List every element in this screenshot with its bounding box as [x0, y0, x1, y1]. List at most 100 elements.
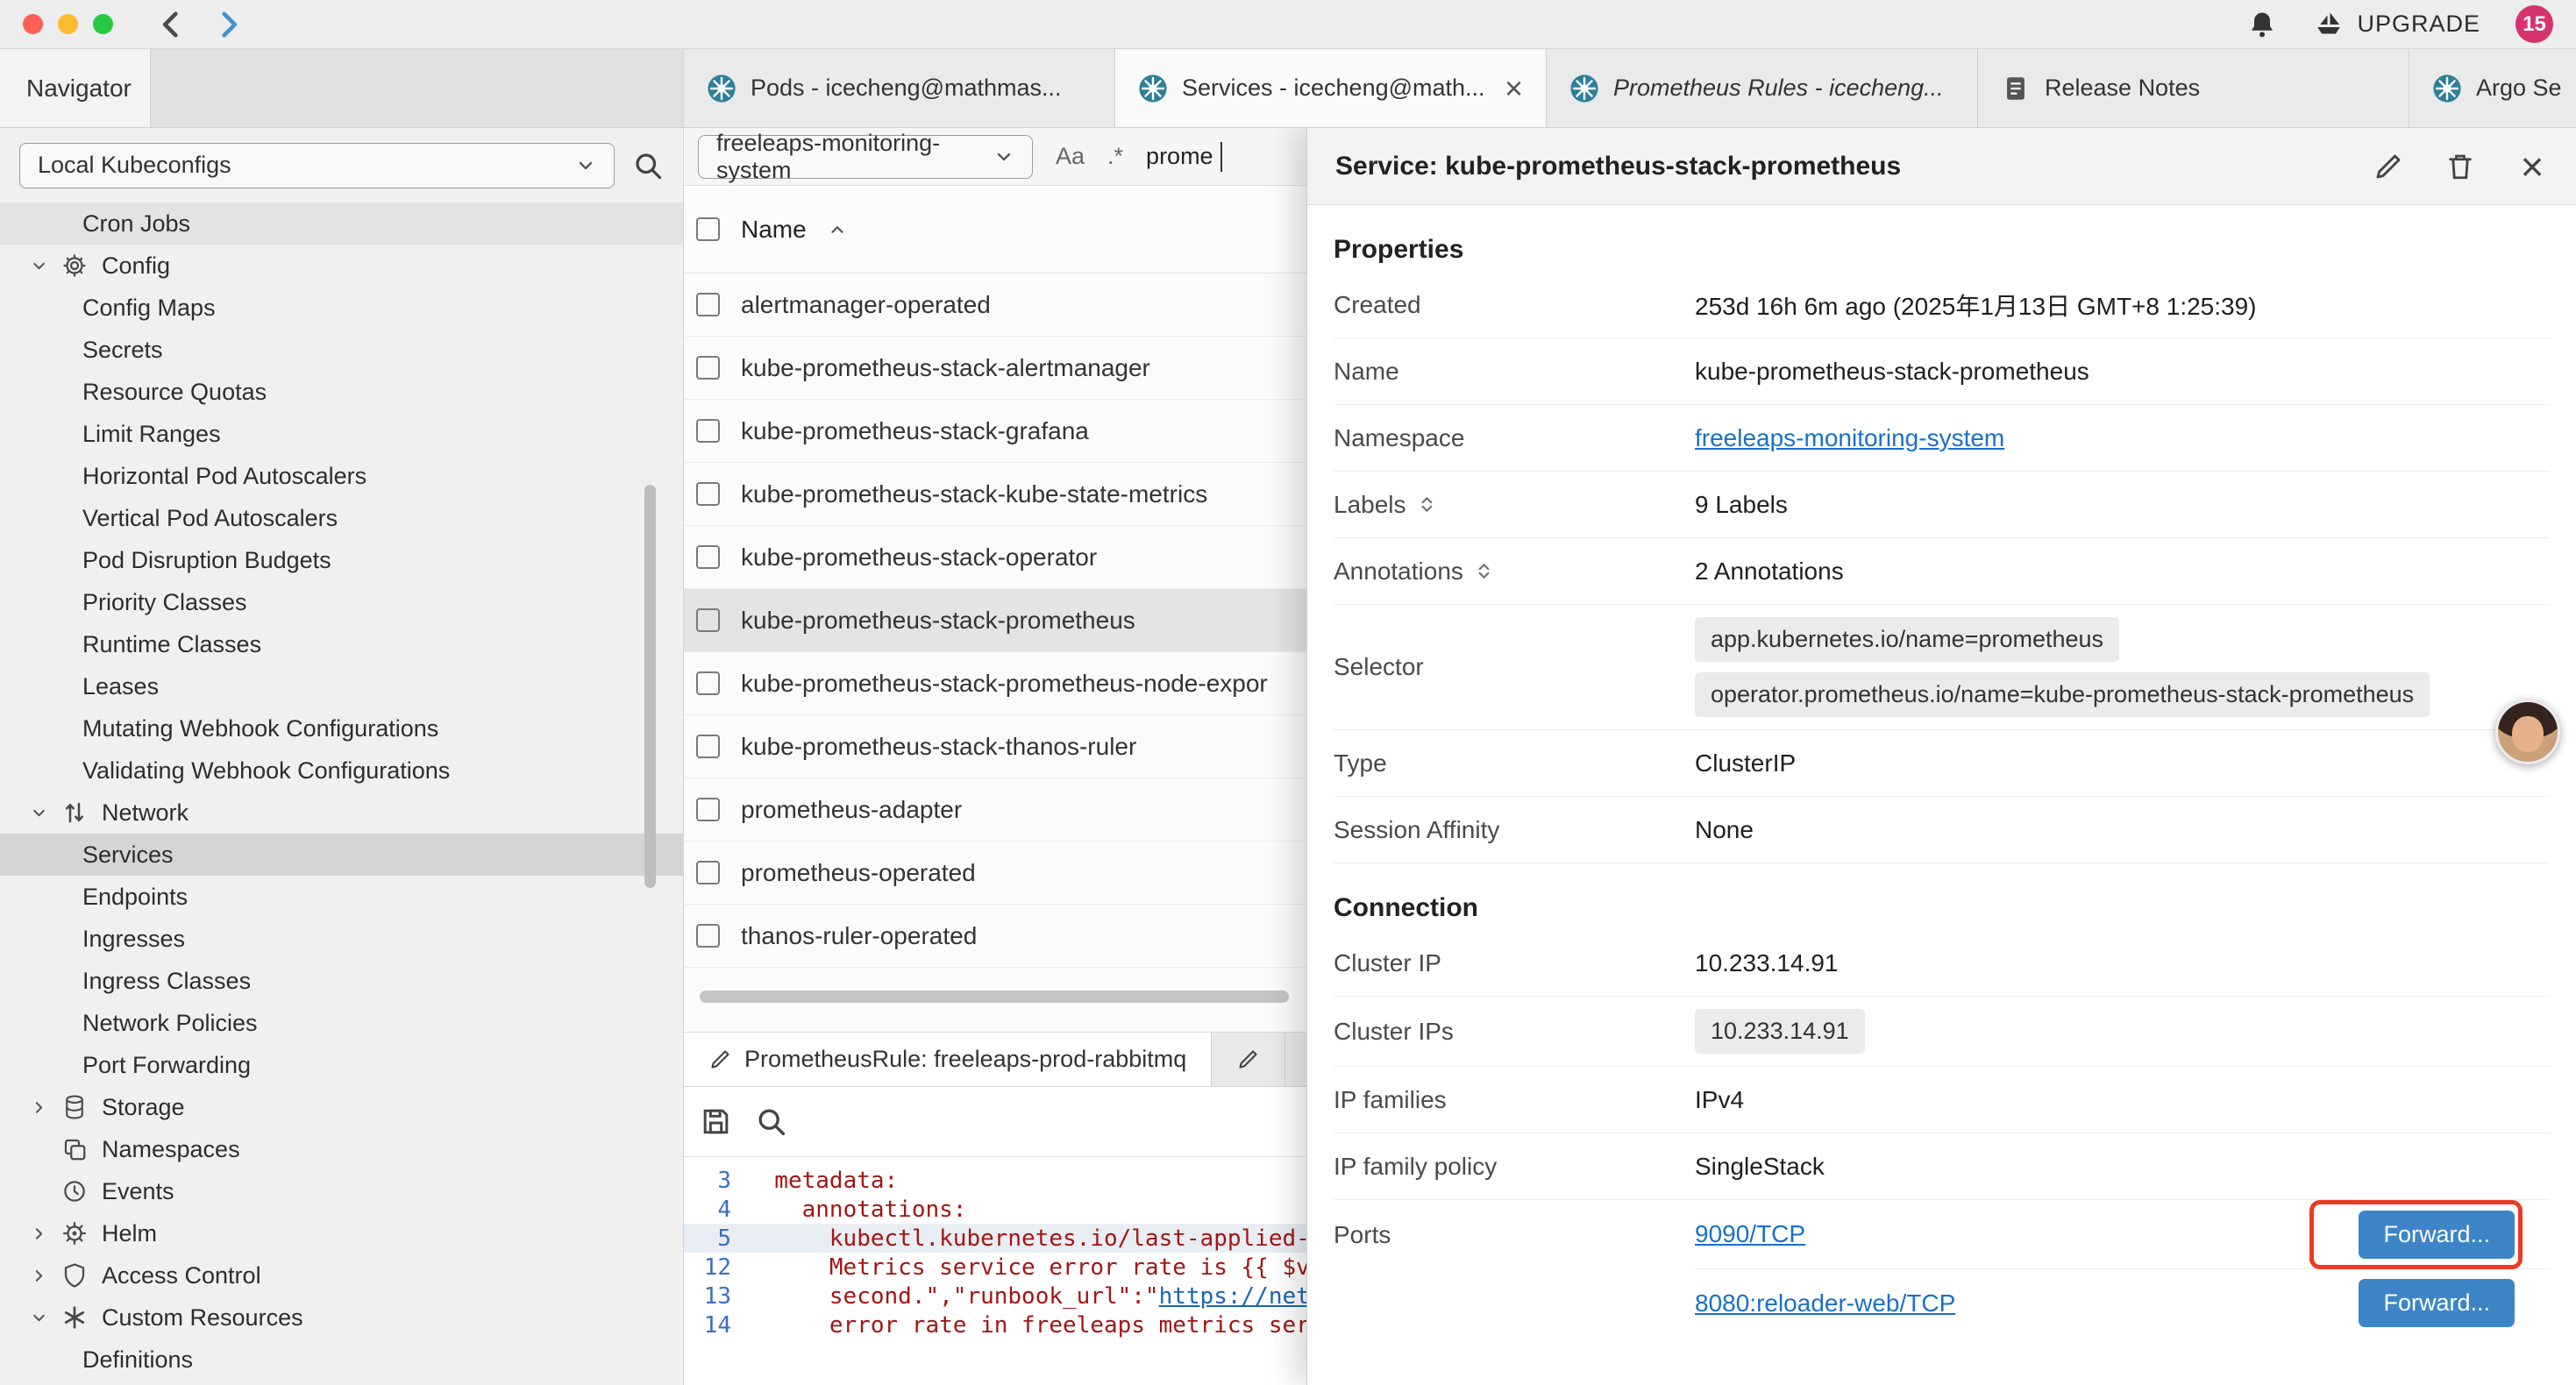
sort-ascending-icon[interactable]	[828, 220, 847, 239]
row-checkbox[interactable]	[696, 861, 720, 884]
sidebar-item-endpoints[interactable]: Endpoints	[0, 876, 683, 918]
row-checkbox[interactable]	[696, 419, 720, 443]
row-checkbox[interactable]	[696, 798, 720, 821]
detail-row-cluster-ip: Cluster IP10.233.14.91	[1334, 930, 2550, 997]
sidebar-item-priority-classes[interactable]: Priority Classes	[0, 581, 683, 623]
sidebar-item-helm[interactable]: Helm	[0, 1212, 683, 1254]
sidebar-item-validating-webhook-configurations[interactable]: Validating Webhook Configurations	[0, 749, 683, 792]
sidebar-item-custom-resources[interactable]: Custom Resources	[0, 1296, 683, 1339]
kubeconfig-selector[interactable]: Local Kubeconfigs	[19, 143, 615, 188]
row-checkbox[interactable]	[696, 293, 720, 316]
name-column-header[interactable]: Name	[741, 216, 807, 244]
sidebar-item-horizontal-pod-autoscalers[interactable]: Horizontal Pod Autoscalers	[0, 455, 683, 497]
port-link[interactable]: 8080:reloader-web/TCP	[1695, 1289, 1955, 1318]
sidebar-scrollbar-thumb[interactable]	[644, 485, 656, 888]
detail-row-ip-families: IP familiesIPv4	[1334, 1067, 2550, 1133]
notification-count-badge[interactable]: 15	[2516, 5, 2553, 43]
detail-label: Session Affinity	[1334, 816, 1695, 844]
sidebar-item-pod-disruption-budgets[interactable]: Pod Disruption Budgets	[0, 539, 683, 581]
sidebar-item-label: Events	[102, 1178, 174, 1205]
forward-button[interactable]: Forward...	[2359, 1211, 2515, 1259]
select-all-checkbox[interactable]	[696, 217, 720, 241]
minimize-window-button[interactable]	[58, 14, 78, 34]
sidebar-item-services[interactable]: Services	[0, 834, 683, 876]
sidebar-item-secrets[interactable]: Secrets	[0, 329, 683, 371]
sidebar-item-config-maps[interactable]: Config Maps	[0, 287, 683, 329]
sidebar-item-leases[interactable]: Leases	[0, 665, 683, 707]
sidebar-item-mutating-webhook-configurations[interactable]: Mutating Webhook Configurations	[0, 707, 683, 749]
port-link[interactable]: 9090/TCP	[1695, 1220, 1805, 1248]
horizontal-scrollbar-thumb[interactable]	[700, 991, 1289, 1003]
tab-prometheus-rules-icecheng[interactable]: Prometheus Rules - icecheng...	[1547, 49, 1978, 127]
close-window-button[interactable]	[23, 14, 43, 34]
zoom-window-button[interactable]	[93, 14, 113, 34]
save-icon[interactable]	[700, 1105, 732, 1138]
sidebar-item-label: Cron Jobs	[82, 210, 190, 238]
row-checkbox[interactable]	[696, 608, 720, 632]
editor-search-icon[interactable]	[755, 1105, 787, 1138]
sidebar-search-icon[interactable]	[632, 150, 664, 181]
tab-pods-icecheng-mathmas[interactable]: Pods - icecheng@mathmas...	[684, 49, 1115, 127]
upgrade-button[interactable]: UPGRADE	[2313, 9, 2480, 40]
sidebar-item-label: Helm	[102, 1220, 157, 1247]
notifications-bell-icon[interactable]	[2246, 9, 2278, 40]
section-title-properties: Properties	[1334, 235, 2550, 265]
sidebar-item-resource-quotas[interactable]: Resource Quotas	[0, 371, 683, 413]
user-avatar[interactable]	[2495, 700, 2560, 764]
sidebar-item-ingresses[interactable]: Ingresses	[0, 918, 683, 960]
row-checkbox[interactable]	[696, 482, 720, 506]
service-name: kube-prometheus-stack-prometheus-node-ex…	[741, 670, 1268, 698]
edit-pencil-icon[interactable]	[2373, 151, 2404, 182]
gear-icon	[61, 252, 102, 279]
sidebar-item-label: Network	[102, 799, 189, 827]
line-number: 14	[684, 1312, 747, 1339]
sidebar-item-network-policies[interactable]: Network Policies	[0, 1002, 683, 1044]
sidebar-item-definitions[interactable]: Definitions	[0, 1339, 683, 1381]
namespace-selector[interactable]: freeleaps-monitoring-system	[698, 135, 1033, 179]
sidebar-item-network[interactable]: Network	[0, 792, 683, 834]
sidebar-item-ingress-classes[interactable]: Ingress Classes	[0, 960, 683, 1002]
sidebar-item-vertical-pod-autoscalers[interactable]: Vertical Pod Autoscalers	[0, 497, 683, 539]
sidebar-item-limit-ranges[interactable]: Limit Ranges	[0, 413, 683, 455]
row-checkbox[interactable]	[696, 671, 720, 695]
service-name: kube-prometheus-stack-alertmanager	[741, 354, 1150, 382]
navigator-title: Navigator	[26, 75, 132, 103]
port-line: 8080:reloader-web/TCP Forward...	[1695, 1268, 2550, 1337]
tab-services-icecheng-math[interactable]: Services - icecheng@math...×	[1115, 49, 1547, 127]
dock-tab-1[interactable]	[1212, 1033, 1285, 1086]
sidebar-item-label: Runtime Classes	[82, 631, 261, 658]
sidebar-item-runtime-classes[interactable]: Runtime Classes	[0, 623, 683, 665]
match-case-icon[interactable]: Aa	[1056, 143, 1085, 170]
forward-button[interactable]	[210, 6, 246, 43]
dock-tab-0[interactable]: PrometheusRule: freeleaps-prod-rabbitmq	[684, 1033, 1212, 1086]
forward-button[interactable]: Forward...	[2359, 1279, 2515, 1327]
close-drawer-icon[interactable]: ×	[2516, 151, 2548, 182]
row-checkbox[interactable]	[696, 356, 720, 380]
sidebar-item-label: Storage	[102, 1094, 185, 1121]
namespace-link[interactable]: freeleaps-monitoring-system	[1695, 424, 2004, 451]
regex-icon[interactable]: .*	[1107, 143, 1123, 170]
sidebar-item-events[interactable]: Events	[0, 1170, 683, 1212]
sidebar-item-port-forwarding[interactable]: Port Forwarding	[0, 1044, 683, 1086]
sidebar-item-namespaces[interactable]: Namespaces	[0, 1128, 683, 1170]
row-checkbox[interactable]	[696, 735, 720, 758]
storage-icon	[61, 1094, 102, 1120]
tab-argo-se[interactable]: Argo Se	[2409, 49, 2576, 127]
sidebar-item-config[interactable]: Config	[0, 245, 683, 287]
back-button[interactable]	[153, 6, 190, 43]
sidebar-item-access-control[interactable]: Access Control	[0, 1254, 683, 1296]
helm-icon	[61, 1220, 102, 1246]
row-checkbox[interactable]	[696, 545, 720, 569]
sidebar-item-cron-jobs[interactable]: Cron Jobs	[0, 202, 683, 245]
table-search-input[interactable]: Aa .* prome	[1056, 142, 1222, 172]
chevron-right-icon	[30, 1212, 61, 1254]
tab-release-notes[interactable]: Release Notes	[1978, 49, 2409, 127]
detail-value: freeleaps-monitoring-system	[1695, 424, 2550, 452]
tab-close-icon[interactable]: ×	[1505, 73, 1523, 104]
row-checkbox[interactable]	[696, 924, 720, 948]
delete-trash-icon[interactable]	[2444, 151, 2476, 182]
sidebar-item-storage[interactable]: Storage	[0, 1086, 683, 1128]
detail-row-name: Namekube-prometheus-stack-prometheus	[1334, 338, 2550, 405]
navigator-panel-tab[interactable]: Navigator	[0, 49, 151, 127]
service-name: kube-prometheus-stack-grafana	[741, 417, 1089, 445]
